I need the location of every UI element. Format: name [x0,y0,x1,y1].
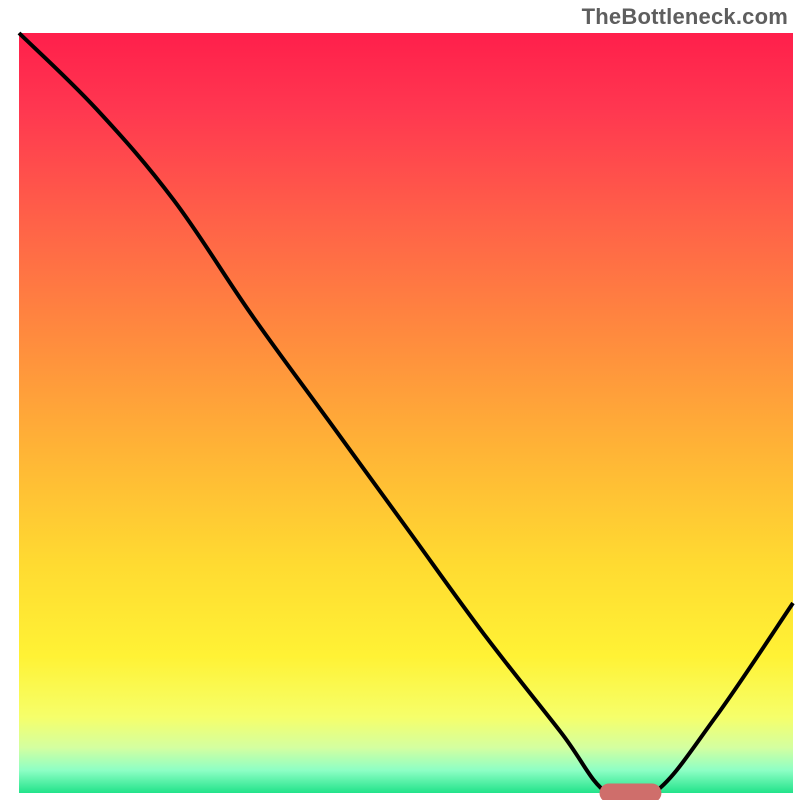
plot-background [19,33,793,793]
bottleneck-chart: TheBottleneck.com [0,0,800,800]
watermark-label: TheBottleneck.com [582,4,788,30]
optimal-range-marker [600,784,662,800]
chart-svg [0,0,800,800]
